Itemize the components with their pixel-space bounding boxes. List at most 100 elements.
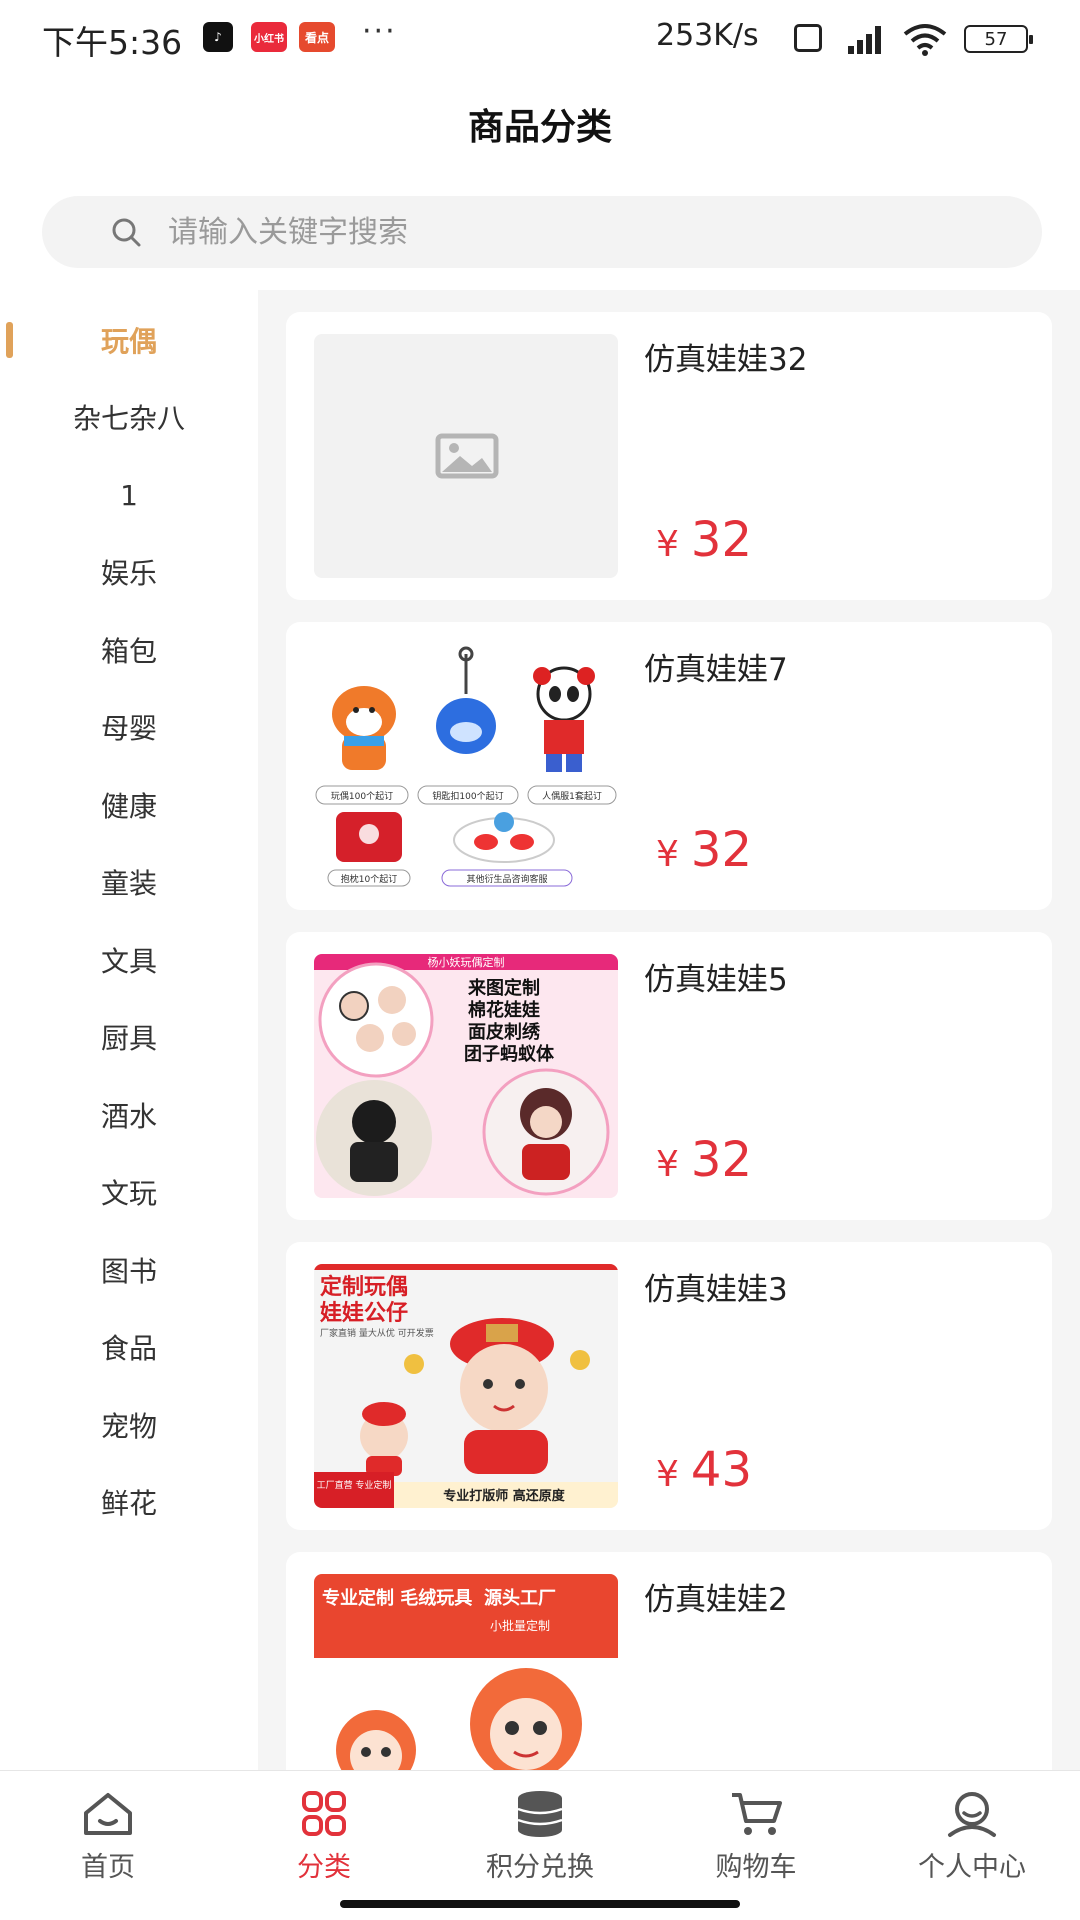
tiktok-icon: ♪	[203, 22, 233, 52]
sidebar-item-1[interactable]: 1	[0, 460, 258, 530]
product-price: ¥32	[656, 1132, 752, 1188]
product-card[interactable]: 仿真娃娃32 ¥32	[286, 312, 1052, 600]
sidebar-item-stationery[interactable]: 文具	[0, 925, 258, 995]
signal-icon	[842, 24, 886, 54]
plush-merch-collage: 玩偶100个起订 钥匙扣100个起订 人偶服1套起订 抱枕10个起订 其他衍生品…	[315, 646, 617, 887]
status-bar: 下午5:36 ♪ 小红书 看点 ··· 253K/s 57	[0, 0, 1080, 78]
tab-home[interactable]: 首页	[0, 1789, 216, 1899]
sidebar-item-food[interactable]: 食品	[0, 1312, 258, 1382]
tab-cart[interactable]: 购物车	[648, 1789, 864, 1899]
tab-profile-label: 个人中心	[918, 1852, 1026, 1883]
network-speed: 253K/s	[656, 18, 759, 53]
product-card[interactable]: 玩偶100个起订 钥匙扣100个起订 人偶服1套起订 抱枕10个起订 其他衍生品…	[286, 622, 1052, 910]
sidebar-item-collectibles[interactable]: 文玩	[0, 1157, 258, 1227]
grid-icon	[302, 1791, 346, 1836]
doll-banner-subtitle: 厂家直销 量大从优 可开发票	[320, 1327, 434, 1339]
sidebar-item-health[interactable]: 健康	[0, 770, 258, 840]
battery-icon: 57	[964, 25, 1033, 53]
search-bar[interactable]	[42, 196, 1042, 268]
sidebar-item-kidswear[interactable]: 童装	[0, 847, 258, 917]
cotton-doll-line-4: 团子蚂蚁体	[464, 1043, 555, 1065]
sidebar-item-misc[interactable]: 杂七杂八	[0, 382, 258, 452]
product-card[interactable]: 定制玩偶 娃娃公仔 厂家直销 量大从优 可开发票 工厂直营 专业定制 专业打版师…	[286, 1242, 1052, 1530]
price-value: 43	[690, 1442, 752, 1498]
home-indicator[interactable]	[340, 1900, 740, 1908]
product-card[interactable]: 专业定制 毛绒玩具 源头工厂 小批量定制 仿真娃娃2	[286, 1552, 1052, 1770]
status-time: 下午5:36	[42, 23, 183, 62]
currency-symbol: ¥	[656, 1144, 679, 1185]
bottom-tab-bar: 首页 分类 积分兑换 购物车 个人中心	[0, 1770, 1080, 1920]
tab-cart-label: 购物车	[715, 1852, 797, 1883]
sidebar-item-kitchenware[interactable]: 厨具	[0, 1002, 258, 1072]
doll-banner-corner: 工厂直营 专业定制	[317, 1479, 392, 1491]
product-name: 仿真娃娃5	[644, 962, 788, 998]
sidebar-item-dolls[interactable]: 玩偶	[0, 305, 258, 375]
sidebar-item-entertainment[interactable]: 娱乐	[0, 537, 258, 607]
cotton-doll-line-1: 来图定制	[467, 977, 540, 999]
product-price: ¥32	[656, 512, 752, 568]
cotton-doll-line-2: 棉花娃娃	[468, 999, 540, 1021]
currency-symbol: ¥	[656, 834, 679, 875]
product-image: 专业定制 毛绒玩具 源头工厂 小批量定制	[314, 1574, 618, 1770]
merch-tag-1: 玩偶100个起订	[331, 790, 393, 802]
kandian-icon: 看点	[299, 22, 335, 52]
product-price: ¥43	[656, 1442, 752, 1498]
tab-profile[interactable]: 个人中心	[864, 1789, 1080, 1899]
product-card[interactable]: 杨小妖玩偶定制 来图定制 棉花娃娃 面皮刺绣 团子蚂蚁体 仿真娃娃5 ¥ 32	[286, 932, 1052, 1220]
currency-symbol: ¥	[656, 1454, 679, 1495]
product-name: 仿真娃娃7	[644, 652, 788, 688]
merch-tag-4: 抱枕10个起订	[341, 873, 397, 885]
search-icon	[112, 218, 141, 247]
coins-stack-icon	[517, 1791, 563, 1837]
sidebar-item-books[interactable]: 图书	[0, 1235, 258, 1305]
price-value: 32	[690, 822, 752, 878]
sidebar-item-pets[interactable]: 宠物	[0, 1390, 258, 1460]
tab-category-label: 分类	[297, 1852, 351, 1883]
sidebar-item-bags[interactable]: 箱包	[0, 615, 258, 685]
app-screen: 下午5:36 ♪ 小红书 看点 ··· 253K/s 57 商品分类 请输入关键…	[0, 0, 1080, 1920]
product-image-placeholder	[314, 334, 618, 578]
tab-category[interactable]: 分类	[216, 1789, 432, 1899]
product-list: 仿真娃娃32 ¥32 玩偶100个起订 钥匙扣100个起订 人偶服1套起订 抱枕…	[258, 290, 1080, 1770]
cotton-doll-line-3: 面皮刺绣	[468, 1021, 541, 1043]
tab-home-label: 首页	[81, 1852, 135, 1883]
price-value: 32	[690, 1132, 752, 1188]
image-placeholder-icon	[435, 433, 499, 479]
product-image: 杨小妖玩偶定制 来图定制 棉花娃娃 面皮刺绣 团子蚂蚁体	[314, 954, 618, 1198]
wifi-icon	[903, 24, 947, 56]
product-image: 玩偶100个起订 钥匙扣100个起订 人偶服1套起订 抱枕10个起订 其他衍生品…	[314, 644, 618, 888]
cotton-doll-banner: 杨小妖玩偶定制	[428, 955, 505, 969]
category-sidebar: 玩偶 杂七杂八 1 娱乐 箱包 母婴 健康 童装 文具 厨具 酒水 文玩 图书 …	[0, 290, 258, 1770]
sidebar-item-baby[interactable]: 母婴	[0, 692, 258, 762]
user-icon	[948, 1792, 996, 1837]
custom-cotton-dolls: 杨小妖玩偶定制 来图定制 棉花娃娃 面皮刺绣 团子蚂蚁体	[314, 954, 618, 1196]
product-price: ¥32	[656, 822, 752, 878]
search-input[interactable]	[168, 206, 988, 258]
plush-factory-left: 专业定制 毛绒玩具	[322, 1587, 472, 1609]
merch-tag-5: 其他衍生品咨询客服	[466, 873, 547, 885]
shopping-cart-icon	[732, 1793, 782, 1835]
product-name: 仿真娃娃2	[644, 1582, 788, 1618]
product-name: 仿真娃娃3	[644, 1272, 788, 1308]
custom-doll-banner: 定制玩偶 娃娃公仔 厂家直销 量大从优 可开发票 工厂直营 专业定制 专业打版师…	[314, 1264, 618, 1508]
tab-points-label: 积分兑换	[486, 1852, 594, 1883]
doll-banner-bottom: 专业打版师 高还原度	[443, 1488, 566, 1504]
doll-banner-title-1: 定制玩偶	[320, 1274, 408, 1300]
plush-factory-right-sub: 小批量定制	[490, 1618, 550, 1633]
plush-toy-factory: 专业定制 毛绒玩具 源头工厂 小批量定制	[314, 1574, 618, 1770]
doll-banner-title-2: 娃娃公仔	[319, 1300, 408, 1326]
currency-symbol: ¥	[656, 524, 679, 565]
merch-tag-2: 钥匙扣100个起订	[432, 790, 503, 802]
xiaohongshu-icon: 小红书	[251, 22, 287, 52]
sidebar-item-drinks[interactable]: 酒水	[0, 1080, 258, 1150]
nfc-icon	[794, 24, 822, 52]
more-notifications-icon: ···	[362, 14, 397, 49]
product-name: 仿真娃娃32	[644, 342, 808, 378]
merch-tag-3: 人偶服1套起订	[542, 790, 602, 802]
price-value: 32	[690, 512, 752, 568]
page-title: 商品分类	[467, 107, 612, 148]
sidebar-item-flowers[interactable]: 鲜花	[0, 1467, 258, 1537]
home-icon	[84, 1793, 132, 1835]
product-image: 定制玩偶 娃娃公仔 厂家直销 量大从优 可开发票 工厂直营 专业定制 专业打版师…	[314, 1264, 618, 1508]
tab-points-exchange[interactable]: 积分兑换	[432, 1789, 648, 1899]
